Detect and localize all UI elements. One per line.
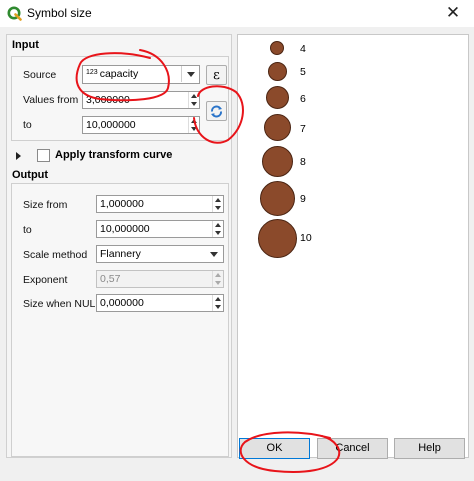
size-null-value: 0,000000 [100, 297, 144, 309]
legend-symbol [260, 181, 295, 216]
size-to-label: to [23, 224, 32, 236]
numeric-field-icon: 123 [86, 69, 98, 76]
size-from-label: Size from [23, 199, 68, 211]
exponent-spinbox: 0,57 [96, 270, 224, 288]
window-title: Symbol size [27, 6, 92, 20]
close-button[interactable]: ✕ [436, 1, 470, 25]
values-to-value: 10,000000 [86, 119, 136, 131]
legend-label: 5 [300, 66, 306, 78]
output-group: Size from 1,000000 to 10,000000 Scale me… [11, 183, 229, 457]
legend-symbol [262, 146, 293, 177]
legend-label: 4 [300, 43, 306, 55]
size-to-spinbox[interactable]: 10,000000 [96, 220, 224, 238]
cancel-button[interactable]: Cancel [317, 438, 388, 459]
legend-label: 8 [300, 156, 306, 168]
expand-arrow-icon[interactable] [16, 152, 21, 160]
size-to-value: 10,000000 [100, 223, 150, 235]
settings-panel: Input Source 123 capacity ε Values from 3… [6, 34, 232, 458]
spinner-arrows-icon[interactable] [212, 196, 223, 212]
values-from-label: Values from [23, 94, 79, 106]
legend-label: 7 [300, 123, 306, 135]
spinner-arrows-icon[interactable] [188, 92, 199, 108]
values-from-spinbox[interactable]: 3,000000 [82, 91, 200, 109]
qgis-logo-icon [7, 6, 22, 21]
legend-symbol [258, 219, 297, 258]
legend-label: 10 [300, 232, 312, 244]
scale-method-combo[interactable]: Flannery [96, 245, 224, 263]
legend-symbol [268, 62, 287, 81]
input-group: Source 123 capacity ε Values from 3,00000… [11, 56, 229, 141]
values-to-spinbox[interactable]: 10,000000 [82, 116, 200, 134]
chevron-down-icon[interactable] [205, 246, 223, 262]
ok-button[interactable]: OK [239, 438, 310, 459]
spinner-arrows-icon[interactable] [188, 117, 199, 133]
title-bar: Symbol size ✕ [0, 0, 474, 27]
epsilon-icon: ε [213, 68, 220, 83]
size-null-spinbox[interactable]: 0,000000 [96, 294, 224, 312]
size-null-label: Size when NULL [23, 298, 102, 310]
size-legend-preview: 4 5 6 7 8 9 10 [237, 34, 469, 458]
spinner-arrows-icon[interactable] [212, 221, 223, 237]
values-from-value: 3,000000 [86, 94, 130, 106]
values-to-label: to [23, 119, 32, 131]
input-heading: Input [12, 39, 39, 51]
spinner-arrows-icon [212, 271, 223, 287]
legend-label: 9 [300, 193, 306, 205]
expression-button[interactable]: ε [206, 65, 227, 85]
help-button[interactable]: Help [394, 438, 465, 459]
transform-curve-label: Apply transform curve [55, 149, 173, 161]
scale-method-label: Scale method [23, 249, 88, 261]
legend-label: 6 [300, 93, 306, 105]
refresh-icon [211, 105, 222, 118]
refresh-button[interactable] [206, 101, 227, 121]
output-heading: Output [12, 169, 49, 181]
size-from-spinbox[interactable]: 1,000000 [96, 195, 224, 213]
legend-symbol [264, 114, 291, 141]
chevron-down-icon[interactable] [181, 66, 199, 82]
legend-symbol [270, 41, 284, 55]
scale-method-value: Flannery [100, 248, 141, 260]
legend-symbol [266, 86, 289, 109]
spinner-arrows-icon[interactable] [212, 295, 223, 311]
source-label: Source [23, 69, 57, 81]
exponent-label: Exponent [23, 274, 68, 286]
exponent-value: 0,57 [100, 273, 121, 285]
source-value: capacity [99, 68, 139, 80]
source-combo[interactable]: 123 capacity [82, 65, 200, 84]
transform-curve-checkbox[interactable] [37, 149, 50, 162]
size-from-value: 1,000000 [100, 198, 144, 210]
